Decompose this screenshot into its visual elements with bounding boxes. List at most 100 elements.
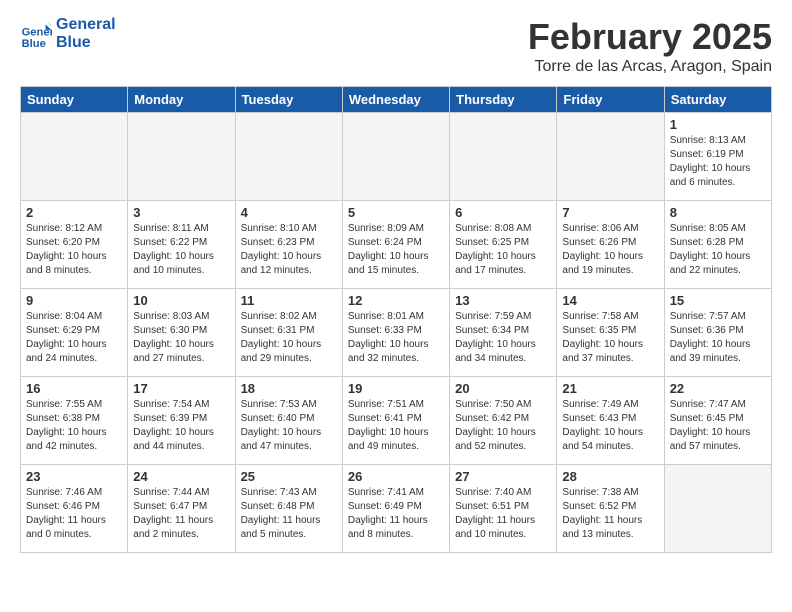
table-row: 13Sunrise: 7:59 AM Sunset: 6:34 PM Dayli… bbox=[450, 289, 557, 377]
day-number: 8 bbox=[670, 205, 766, 220]
day-info: Sunrise: 8:12 AM Sunset: 6:20 PM Dayligh… bbox=[26, 222, 122, 278]
day-number: 21 bbox=[562, 381, 658, 396]
calendar-week-row: 16 Sunrise: 7:55 AM Sunset: 6:38 PM Dayli… bbox=[21, 377, 772, 465]
table-row: 24 Sunrise: 7:44 AM Sunset: 6:47 PM Dayli… bbox=[128, 465, 235, 553]
table-row: 17 Sunrise: 7:54 AM Sunset: 6:39 PM Dayli… bbox=[128, 377, 235, 465]
table-row: 22 Sunrise: 7:47 AM Sunset: 6:45 PM Dayli… bbox=[664, 377, 771, 465]
col-saturday: Saturday bbox=[664, 87, 771, 113]
day-info: Sunrise: 8:13 AM Sunset: 6:19 PM Dayligh… bbox=[670, 134, 766, 190]
day-info: Sunrise: 7:43 AM Sunset: 6:48 PM Dayligh… bbox=[241, 486, 337, 542]
table-row bbox=[128, 113, 235, 201]
day-number: 12 bbox=[348, 293, 444, 308]
day-info: Sunrise: 8:08 AM Sunset: 6:25 PM Dayligh… bbox=[455, 222, 551, 278]
day-number: 16 bbox=[26, 381, 122, 396]
logo-line1: General bbox=[56, 16, 116, 34]
table-row bbox=[450, 113, 557, 201]
day-info: Sunrise: 8:03 AM Sunset: 6:30 PM Dayligh… bbox=[133, 310, 229, 366]
table-row: 6 Sunrise: 8:08 AM Sunset: 6:25 PM Daylig… bbox=[450, 201, 557, 289]
day-info: Sunrise: 7:53 AM Sunset: 6:40 PM Dayligh… bbox=[241, 398, 337, 454]
day-number: 17 bbox=[133, 381, 229, 396]
day-info: Sunrise: 8:01 AM Sunset: 6:33 PM Dayligh… bbox=[348, 310, 444, 366]
table-row: 20 Sunrise: 7:50 AM Sunset: 6:42 PM Dayli… bbox=[450, 377, 557, 465]
day-number: 6 bbox=[455, 205, 551, 220]
day-info: Sunrise: 7:50 AM Sunset: 6:42 PM Dayligh… bbox=[455, 398, 551, 454]
day-number: 27 bbox=[455, 469, 551, 484]
location-title: Torre de las Arcas, Aragon, Spain bbox=[528, 58, 772, 76]
col-wednesday: Wednesday bbox=[342, 87, 449, 113]
table-row bbox=[664, 465, 771, 553]
table-row: 26 Sunrise: 7:41 AM Sunset: 6:49 PM Dayli… bbox=[342, 465, 449, 553]
col-thursday: Thursday bbox=[450, 87, 557, 113]
title-section: February 2025 Torre de las Arcas, Aragon… bbox=[528, 16, 772, 76]
day-info: Sunrise: 7:57 AM Sunset: 6:36 PM Dayligh… bbox=[670, 310, 766, 366]
day-info: Sunrise: 7:49 AM Sunset: 6:43 PM Dayligh… bbox=[562, 398, 658, 454]
day-number: 19 bbox=[348, 381, 444, 396]
month-title: February 2025 bbox=[528, 16, 772, 58]
table-row: 1 Sunrise: 8:13 AM Sunset: 6:19 PM Daylig… bbox=[664, 113, 771, 201]
table-row: 27 Sunrise: 7:40 AM Sunset: 6:51 PM Dayli… bbox=[450, 465, 557, 553]
day-info: Sunrise: 8:05 AM Sunset: 6:28 PM Dayligh… bbox=[670, 222, 766, 278]
table-row: 4Sunrise: 8:10 AM Sunset: 6:23 PM Daylig… bbox=[235, 201, 342, 289]
day-info: Sunrise: 7:40 AM Sunset: 6:51 PM Dayligh… bbox=[455, 486, 551, 542]
table-row: 5Sunrise: 8:09 AM Sunset: 6:24 PM Daylig… bbox=[342, 201, 449, 289]
table-row: 25 Sunrise: 7:43 AM Sunset: 6:48 PM Dayli… bbox=[235, 465, 342, 553]
col-friday: Friday bbox=[557, 87, 664, 113]
day-number: 11 bbox=[241, 293, 337, 308]
day-info: Sunrise: 7:47 AM Sunset: 6:45 PM Dayligh… bbox=[670, 398, 766, 454]
day-info: Sunrise: 7:38 AM Sunset: 6:52 PM Dayligh… bbox=[562, 486, 658, 542]
day-info: Sunrise: 8:06 AM Sunset: 6:26 PM Dayligh… bbox=[562, 222, 658, 278]
table-row: 21 Sunrise: 7:49 AM Sunset: 6:43 PM Dayli… bbox=[557, 377, 664, 465]
page: General Blue General Blue February 2025 … bbox=[0, 0, 792, 612]
day-info: Sunrise: 8:04 AM Sunset: 6:29 PM Dayligh… bbox=[26, 310, 122, 366]
day-number: 10 bbox=[133, 293, 229, 308]
calendar-header-row: Sunday Monday Tuesday Wednesday Thursday… bbox=[21, 87, 772, 113]
table-row: 23Sunrise: 7:46 AM Sunset: 6:46 PM Dayli… bbox=[21, 465, 128, 553]
day-number: 9 bbox=[26, 293, 122, 308]
calendar-week-row: 2 Sunrise: 8:12 AM Sunset: 6:20 PM Daylig… bbox=[21, 201, 772, 289]
day-number: 22 bbox=[670, 381, 766, 396]
day-info: Sunrise: 7:54 AM Sunset: 6:39 PM Dayligh… bbox=[133, 398, 229, 454]
day-number: 14 bbox=[562, 293, 658, 308]
day-info: Sunrise: 8:02 AM Sunset: 6:31 PM Dayligh… bbox=[241, 310, 337, 366]
logo-icon: General Blue bbox=[20, 18, 52, 50]
col-sunday: Sunday bbox=[21, 87, 128, 113]
day-info: Sunrise: 8:09 AM Sunset: 6:24 PM Dayligh… bbox=[348, 222, 444, 278]
day-info: Sunrise: 7:55 AM Sunset: 6:38 PM Dayligh… bbox=[26, 398, 122, 454]
day-info: Sunrise: 7:41 AM Sunset: 6:49 PM Dayligh… bbox=[348, 486, 444, 542]
calendar-week-row: 9 Sunrise: 8:04 AM Sunset: 6:29 PM Daylig… bbox=[21, 289, 772, 377]
header: General Blue General Blue February 2025 … bbox=[20, 16, 772, 76]
table-row bbox=[235, 113, 342, 201]
day-number: 20 bbox=[455, 381, 551, 396]
calendar: Sunday Monday Tuesday Wednesday Thursday… bbox=[20, 86, 772, 553]
table-row: 2 Sunrise: 8:12 AM Sunset: 6:20 PM Daylig… bbox=[21, 201, 128, 289]
day-number: 26 bbox=[348, 469, 444, 484]
day-info: Sunrise: 7:58 AM Sunset: 6:35 PM Dayligh… bbox=[562, 310, 658, 366]
table-row: 19Sunrise: 7:51 AM Sunset: 6:41 PM Dayli… bbox=[342, 377, 449, 465]
day-number: 24 bbox=[133, 469, 229, 484]
day-number: 7 bbox=[562, 205, 658, 220]
calendar-week-row: 23Sunrise: 7:46 AM Sunset: 6:46 PM Dayli… bbox=[21, 465, 772, 553]
day-info: Sunrise: 7:46 AM Sunset: 6:46 PM Dayligh… bbox=[26, 486, 122, 542]
day-info: Sunrise: 8:10 AM Sunset: 6:23 PM Dayligh… bbox=[241, 222, 337, 278]
day-number: 1 bbox=[670, 117, 766, 132]
table-row: 7 Sunrise: 8:06 AM Sunset: 6:26 PM Daylig… bbox=[557, 201, 664, 289]
table-row: 28 Sunrise: 7:38 AM Sunset: 6:52 PM Dayli… bbox=[557, 465, 664, 553]
table-row: 16 Sunrise: 7:55 AM Sunset: 6:38 PM Dayli… bbox=[21, 377, 128, 465]
day-number: 15 bbox=[670, 293, 766, 308]
table-row: 12 Sunrise: 8:01 AM Sunset: 6:33 PM Dayli… bbox=[342, 289, 449, 377]
table-row: 15 Sunrise: 7:57 AM Sunset: 6:36 PM Dayli… bbox=[664, 289, 771, 377]
table-row bbox=[557, 113, 664, 201]
logo-line2: Blue bbox=[56, 34, 116, 52]
day-info: Sunrise: 7:44 AM Sunset: 6:47 PM Dayligh… bbox=[133, 486, 229, 542]
day-info: Sunrise: 7:59 AM Sunset: 6:34 PM Dayligh… bbox=[455, 310, 551, 366]
table-row: 14 Sunrise: 7:58 AM Sunset: 6:35 PM Dayli… bbox=[557, 289, 664, 377]
day-number: 28 bbox=[562, 469, 658, 484]
day-number: 25 bbox=[241, 469, 337, 484]
svg-text:Blue: Blue bbox=[22, 37, 46, 49]
col-tuesday: Tuesday bbox=[235, 87, 342, 113]
table-row: 11 Sunrise: 8:02 AM Sunset: 6:31 PM Dayli… bbox=[235, 289, 342, 377]
day-info: Sunrise: 8:11 AM Sunset: 6:22 PM Dayligh… bbox=[133, 222, 229, 278]
table-row: 9 Sunrise: 8:04 AM Sunset: 6:29 PM Daylig… bbox=[21, 289, 128, 377]
day-number: 2 bbox=[26, 205, 122, 220]
table-row: 10 Sunrise: 8:03 AM Sunset: 6:30 PM Dayli… bbox=[128, 289, 235, 377]
